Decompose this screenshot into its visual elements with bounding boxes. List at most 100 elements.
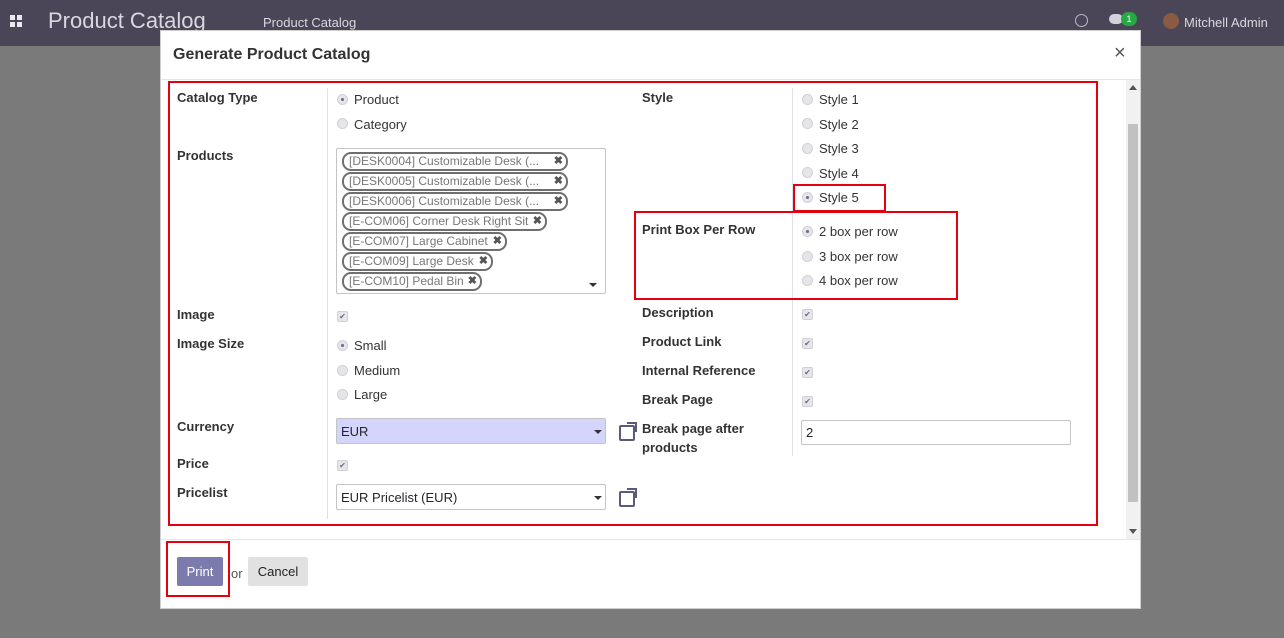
image-checkbox[interactable]: ✔ — [337, 311, 348, 322]
style-5-label[interactable]: Style 5 — [819, 190, 859, 205]
product-tag: [E-COM09] Large Desk ✖ — [342, 252, 493, 271]
products-many2many-tags[interactable]: [DESK0004] Customizable Desk (... ✖ [DESK… — [336, 148, 606, 294]
dropdown-caret-icon[interactable] — [594, 430, 602, 434]
apps-grid-icon[interactable] — [10, 15, 23, 28]
user-name[interactable]: Mitchell Admin — [1184, 15, 1268, 30]
image-size-large-label[interactable]: Large — [354, 387, 387, 402]
product-tag-text: [E-COM09] Large Desk — [349, 254, 474, 268]
close-icon[interactable]: × — [1114, 42, 1126, 65]
tag-remove-icon[interactable]: ✖ — [468, 274, 477, 289]
external-link-icon[interactable] — [619, 488, 637, 507]
style-1-radio[interactable] — [802, 94, 813, 105]
product-tag-text: [DESK0006] Customizable Desk (... — [349, 194, 540, 208]
description-checkbox[interactable]: ✔ — [802, 309, 813, 320]
style-3-label[interactable]: Style 3 — [819, 141, 859, 156]
product-link-checkbox[interactable]: ✔ — [802, 338, 813, 349]
dropdown-caret-icon[interactable] — [589, 283, 597, 287]
box-3-label[interactable]: 3 box per row — [819, 249, 898, 264]
scroll-thumb[interactable] — [1128, 124, 1138, 502]
image-size-small-radio[interactable] — [337, 340, 348, 351]
catalog-type-product-label[interactable]: Product — [354, 92, 399, 107]
external-link-icon[interactable] — [619, 422, 637, 441]
pricelist-select[interactable]: EUR Pricelist (EUR) — [336, 484, 606, 510]
tag-remove-icon[interactable]: ✖ — [479, 254, 488, 269]
product-tag: [E-COM10] Pedal Bin ✖ — [342, 272, 482, 291]
product-tag: [DESK0005] Customizable Desk (... ✖ — [342, 172, 568, 191]
tag-remove-icon[interactable]: ✖ — [554, 174, 563, 189]
cancel-button[interactable]: Cancel — [248, 557, 308, 586]
dialog-body: Catalog Type Product Category Products [… — [161, 80, 1126, 539]
style-1-label[interactable]: Style 1 — [819, 92, 859, 107]
chat-badge: 1 — [1121, 12, 1137, 26]
style-4-label[interactable]: Style 4 — [819, 166, 859, 181]
product-tag-text: [E-COM06] Corner Desk Right Sit — [349, 214, 529, 228]
menu-product-catalog[interactable]: Product Catalog — [263, 15, 356, 30]
clock-icon[interactable] — [1075, 14, 1088, 27]
pricelist-value: EUR Pricelist (EUR) — [341, 490, 458, 505]
price-label: Price — [177, 456, 209, 471]
dialog-scrollbar[interactable] — [1126, 80, 1140, 539]
break-after-input[interactable]: 2 — [801, 420, 1071, 445]
print-button[interactable]: Print — [177, 557, 223, 586]
product-tag-text: [E-COM07] Large Cabinet — [349, 234, 488, 248]
break-after-label-line1: Break page after — [642, 421, 744, 436]
break-page-checkbox[interactable]: ✔ — [802, 396, 813, 407]
left-separator — [327, 88, 328, 519]
print-box-label: Print Box Per Row — [642, 222, 756, 237]
internal-reference-checkbox[interactable]: ✔ — [802, 367, 813, 378]
dialog-footer: Print or Cancel — [161, 539, 1140, 609]
product-link-label: Product Link — [642, 334, 722, 349]
tag-remove-icon[interactable]: ✖ — [554, 154, 563, 169]
description-label: Description — [642, 305, 714, 320]
tag-remove-icon[interactable]: ✖ — [493, 234, 502, 249]
product-tag: [E-COM07] Large Cabinet ✖ — [342, 232, 507, 251]
box-2-radio[interactable] — [802, 226, 813, 237]
break-after-label-line2: products — [642, 440, 698, 455]
image-size-small-label[interactable]: Small — [354, 338, 387, 353]
tag-remove-icon[interactable]: ✖ — [554, 194, 563, 209]
style-5-radio[interactable] — [802, 192, 813, 203]
product-tag: [DESK0006] Customizable Desk (... ✖ — [342, 192, 568, 211]
catalog-type-category-label[interactable]: Category — [354, 117, 407, 132]
scroll-up-icon[interactable] — [1129, 85, 1137, 90]
tag-remove-icon[interactable]: ✖ — [533, 214, 542, 229]
product-tag: [E-COM06] Corner Desk Right Sit ✖ — [342, 212, 547, 231]
style-label: Style — [642, 90, 674, 105]
image-size-medium-label[interactable]: Medium — [354, 363, 400, 378]
product-tag-text: [DESK0005] Customizable Desk (... — [349, 174, 540, 188]
price-checkbox[interactable]: ✔ — [337, 460, 348, 471]
internal-reference-label: Internal Reference — [642, 363, 756, 378]
or-text: or — [231, 566, 243, 581]
image-size-large-radio[interactable] — [337, 389, 348, 400]
product-tag: [DESK0004] Customizable Desk (... ✖ — [342, 152, 568, 171]
product-tag-text: [E-COM10] Pedal Bin — [349, 274, 464, 288]
currency-select[interactable]: EUR — [336, 418, 606, 444]
scroll-down-icon[interactable] — [1129, 529, 1137, 534]
pricelist-label: Pricelist — [177, 485, 228, 500]
image-size-label: Image Size — [177, 336, 245, 351]
style-2-radio[interactable] — [802, 118, 813, 129]
box-4-label[interactable]: 4 box per row — [819, 273, 898, 288]
generate-catalog-dialog: Generate Product Catalog × Catalog Type … — [160, 30, 1141, 609]
user-avatar[interactable] — [1163, 13, 1179, 29]
break-page-label: Break Page — [642, 392, 713, 407]
style-2-label[interactable]: Style 2 — [819, 117, 859, 132]
box-4-radio[interactable] — [802, 275, 813, 286]
right-separator — [792, 88, 793, 456]
currency-label: Currency — [177, 419, 235, 434]
image-label: Image — [177, 307, 215, 322]
box-2-label[interactable]: 2 box per row — [819, 224, 898, 239]
box-3-radio[interactable] — [802, 251, 813, 262]
catalog-type-product-radio[interactable] — [337, 94, 348, 105]
currency-value: EUR — [341, 424, 369, 439]
catalog-type-category-radio[interactable] — [337, 118, 348, 129]
products-label: Products — [177, 148, 234, 163]
dropdown-caret-icon[interactable] — [594, 496, 602, 500]
style-3-radio[interactable] — [802, 143, 813, 154]
style-4-radio[interactable] — [802, 167, 813, 178]
dialog-title: Generate Product Catalog — [173, 46, 371, 63]
catalog-type-label: Catalog Type — [177, 90, 258, 105]
image-size-medium-radio[interactable] — [337, 365, 348, 376]
form-highlight-box — [168, 81, 1098, 526]
dialog-header: Generate Product Catalog × — [161, 31, 1140, 80]
